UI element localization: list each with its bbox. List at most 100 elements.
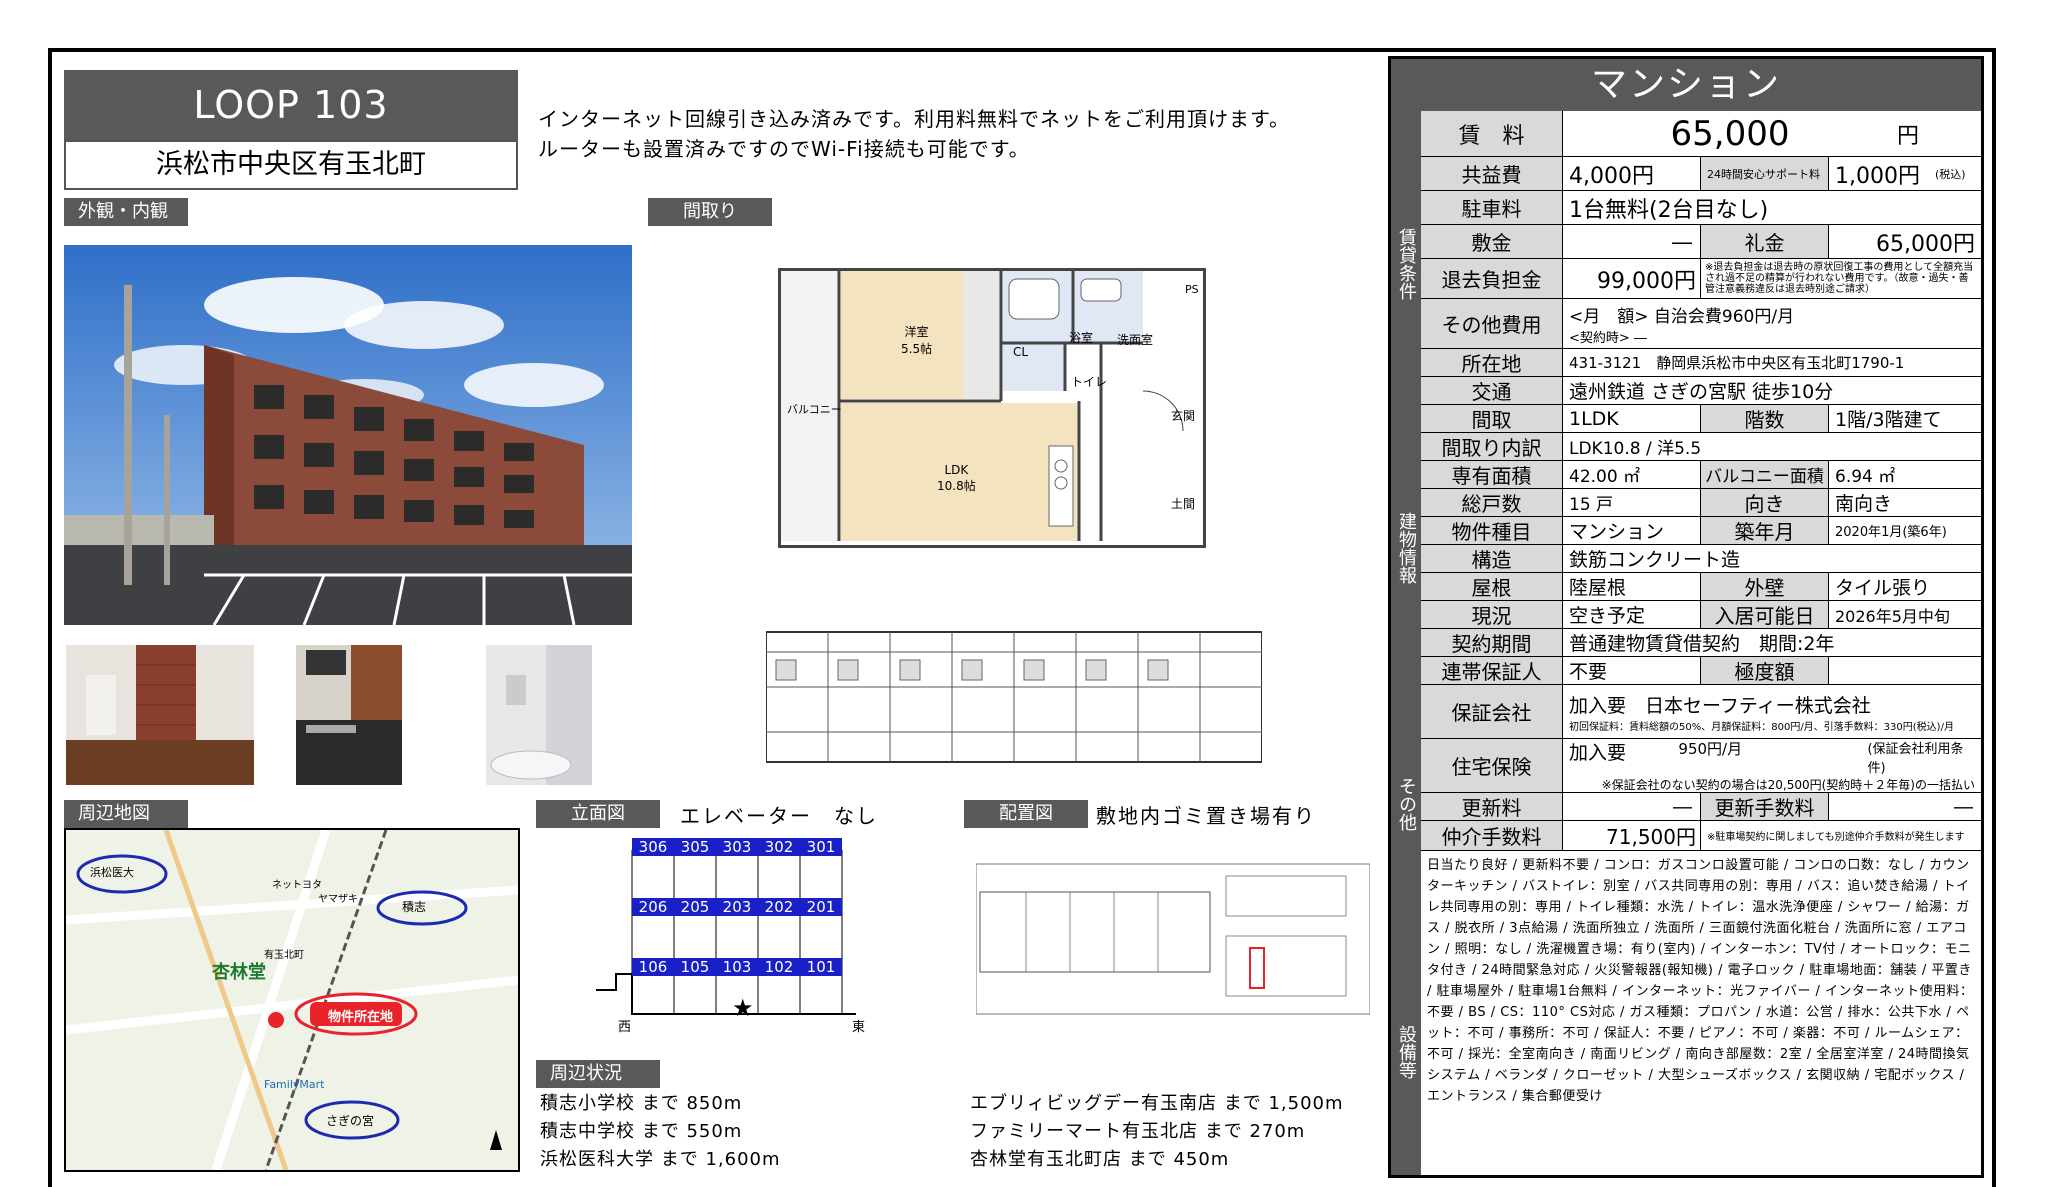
nearby-convenience: ファミリーマート有玉北店 まで 270m (970, 1121, 1306, 1142)
kind-label: 物件種目 (1421, 517, 1563, 544)
key-money-label: 礼金 (1701, 225, 1829, 258)
row-common: 共益費 4,000円 24時間安心サポート料 1,000円 (税込) (1421, 157, 1981, 191)
guarantor-label: 連帯保証人 (1421, 657, 1563, 684)
location-value: 431-3121 静岡県浜松市中央区有玉北町1790-1 (1569, 354, 1905, 372)
row-madori: 間取 1LDK 階数 1階/3階建て (1421, 405, 1981, 433)
madori-value: 1LDK (1563, 405, 1701, 432)
broker-note: ※駐車場契約に関しましても別途仲介手数料が発生します (1707, 832, 1965, 843)
row-location: 所在地 431-3121 静岡県浜松市中央区有玉北町1790-1 (1421, 349, 1981, 377)
traffic-value: 遠州鉄道 さぎの宮駅 徒歩10分 (1569, 381, 1834, 403)
section-exterior: 外観・内観 (64, 198, 188, 226)
row-insurance: 住宅保険 加入要 950円/月 (保証会社利用条件) ※保証会社のない契約の場合… (1421, 739, 1981, 793)
current-unit-star: ★ (732, 994, 754, 1022)
wall-value: タイル張り (1835, 577, 1931, 599)
side-rent-conditions: 賃貸条件 (1391, 111, 1421, 417)
other-fees-label: その他費用 (1421, 299, 1563, 348)
unit-206: 206 (632, 898, 674, 916)
moveout-note: ※退去負担金は退去時の原状回復工事の費用として全額充当され過不足の精算が行われな… (1705, 262, 1974, 295)
description-line-2: ルーターも設置済みですのでWi-Fi接続も可能です。 (538, 137, 1030, 161)
insurance-values: 加入要 950円/月 (保証会社利用条件) ※保証会社のない契約の場合は20,5… (1563, 739, 1981, 792)
unit-103: 103 (716, 958, 758, 976)
deposit-label: 敷金 (1421, 225, 1563, 258)
description: インターネット回線引き込み済みです。利用料無料でネットをご利用頂けます。 ルータ… (538, 104, 1290, 164)
row-structure: 構造 鉄筋コンクリート造 (1421, 545, 1981, 573)
nearby-school-1: 積志小学校 まで 850m (540, 1093, 743, 1114)
renewal-label: 更新料 (1421, 793, 1563, 820)
elevation-row-2: 206 205 203 202 201 (632, 898, 842, 916)
other-fees-monthly: <月 額> 自治会費960円/月 (1569, 306, 1795, 327)
side-other: その他 (1391, 679, 1421, 929)
exterior-photo (64, 245, 632, 625)
location-label: 所在地 (1421, 349, 1563, 376)
unit-202: 202 (758, 898, 800, 916)
details-panel: マンション 賃貸条件 建物情報 その他 設備等 賃 料 65,000 円 共益費… (1388, 56, 1984, 1178)
built-value: 2020年1月(築6年) (1835, 525, 1947, 540)
unit-303: 303 (716, 838, 758, 856)
elevation-row-1: 106 105 103 102 101 (632, 958, 842, 976)
guarantor-value: 不要 (1563, 657, 1701, 684)
interior-photo-kitchen (296, 645, 402, 785)
rent-unit: 円 (1897, 123, 1920, 149)
room-ldk: LDK 10.8帖 (937, 463, 976, 493)
nearby-list-right: エブリィビッグデー有玉南店 まで 1,500m ファミリーマート有玉北店 まで … (970, 1090, 1344, 1174)
map-yamaha: ヤマザキ (318, 894, 358, 905)
property-type-header: マンション (1391, 59, 1981, 111)
movein-value: 2026年5月中旬 (1835, 606, 1950, 626)
unit-106: 106 (632, 958, 674, 976)
limit-value (1829, 657, 1835, 684)
status-label: 現況 (1421, 601, 1563, 628)
nearby-list-left: 積志小学校 まで 850m 積志中学校 まで 550m 浜松医科大学 まで 1,… (540, 1090, 781, 1174)
parking-label: 駐車料 (1421, 191, 1563, 224)
floorplan-drawing: 洋室 5.5帖 CL 浴室 洗面室 PS トイレ 玄関 LDK 10.8帖 バルコニ… (778, 268, 1206, 548)
section-layout: 配置図 (964, 800, 1088, 828)
site-layout-plan (976, 863, 1370, 1015)
deposit-value: ― (1563, 225, 1701, 258)
row-parking: 駐車料 1台無料(2台目なし) (1421, 191, 1981, 225)
insurance-price: 950円/月 (1678, 740, 1743, 758)
row-rent: 賃 料 65,000 円 (1421, 111, 1981, 157)
row-guarantor: 連帯保証人 不要 極度額 (1421, 657, 1981, 685)
structure-value: 鉄筋コンクリート造 (1569, 549, 1741, 571)
room-toilet: トイレ (1071, 375, 1108, 389)
elevation-row-3: 306 305 303 302 301 (632, 838, 842, 856)
unit-105: 105 (674, 958, 716, 976)
row-moveout: 退去負担金 99,000円 ※退去負担金は退去時の原状回復工事の費用として全額充… (1421, 259, 1981, 299)
unit-201: 201 (800, 898, 842, 916)
nearby-university: 浜松医科大学 まで 1,600m (540, 1149, 781, 1170)
map-kyorindo: 杏林堂 (212, 962, 266, 983)
broker-label: 仲介手数料 (1421, 821, 1563, 850)
guarantee-company-values: 加入要 日本セーフティー株式会社 初回保証料：賃料総額の50%、月額保証料：80… (1563, 685, 1981, 738)
unit-205: 205 (674, 898, 716, 916)
area-map: 浜松医大 積志 杏林堂 物件所在地 さぎの宮 ネットヨタ ヤマザキ Family… (64, 828, 520, 1172)
map-arita: 有玉北町 (264, 950, 304, 961)
area-label: 専有面積 (1421, 461, 1563, 488)
term-label: 契約期間 (1421, 629, 1563, 656)
row-status: 現況 空き予定 入居可能日 2026年5月中旬 (1421, 601, 1981, 629)
traffic-label: 交通 (1421, 377, 1563, 404)
elevation-grid: 306 305 303 302 301 206 205 203 202 201 … (632, 838, 842, 976)
units-value: 15 戸 (1563, 489, 1701, 516)
built-label: 築年月 (1701, 517, 1829, 544)
balcony-area-label: バルコニー面積 (1701, 461, 1829, 488)
room-entrance: 玄関 (1171, 409, 1196, 423)
row-term: 契約期間 普通建物賃貸借契約 期間:2年 (1421, 629, 1981, 657)
floors-label: 階数 (1701, 405, 1829, 432)
roof-value: 陸屋根 (1563, 573, 1701, 600)
room-wash: 洗面室 (1117, 333, 1154, 347)
parking-value: 1台無料(2台目なし) (1569, 197, 1769, 223)
map-familymart: FamilyMart (264, 1078, 325, 1091)
interior-photo-bath (486, 645, 592, 785)
east-label: 東 (852, 1020, 866, 1035)
row-units: 総戸数 15 戸 向き 南向き (1421, 489, 1981, 517)
balcony-area-value: 6.94 ㎡ (1835, 467, 1896, 487)
row-broker: 仲介手数料 71,500円 ※駐車場契約に関しましても別途仲介手数料が発生します (1421, 821, 1981, 851)
term-value: 普通建物賃貸借契約 期間:2年 (1569, 633, 1835, 655)
map-sagino: さぎの宮 (326, 1114, 375, 1128)
property-name: LOOP 103 (64, 70, 518, 140)
unit-302: 302 (758, 838, 800, 856)
side-building-info: 建物情報 (1391, 417, 1421, 679)
unit-301: 301 (800, 838, 842, 856)
renewal-fee-label: 更新手数料 (1701, 793, 1829, 820)
moveout-label: 退去負担金 (1421, 259, 1563, 298)
guarantee-company-note: 初回保証料：賃料総額の50%、月額保証料：800円/月、引落手数料：330円(税… (1569, 721, 1954, 733)
